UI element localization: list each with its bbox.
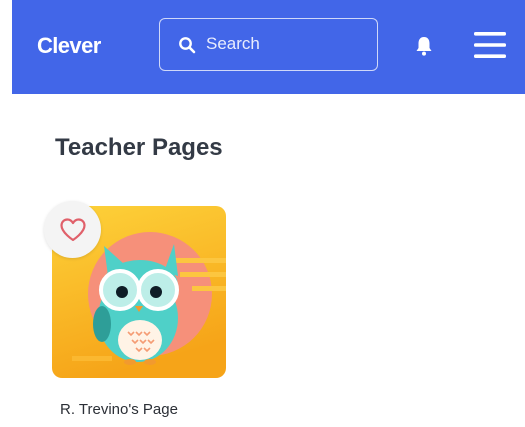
page-title: Teacher Pages <box>55 134 223 161</box>
search-input[interactable] <box>206 31 366 57</box>
search-box[interactable] <box>159 18 378 71</box>
favorite-button[interactable] <box>44 201 101 258</box>
bell-icon[interactable] <box>414 35 434 57</box>
hamburger-menu-icon[interactable] <box>472 27 508 63</box>
card-label[interactable]: R. Trevino's Page <box>60 401 178 418</box>
clever-logo[interactable]: Clever <box>37 33 101 59</box>
heart-outline-icon <box>60 218 86 242</box>
search-icon <box>179 37 196 54</box>
top-navigation-bar: Clever <box>12 0 525 94</box>
page: Clever Teacher Pages <box>0 0 525 427</box>
